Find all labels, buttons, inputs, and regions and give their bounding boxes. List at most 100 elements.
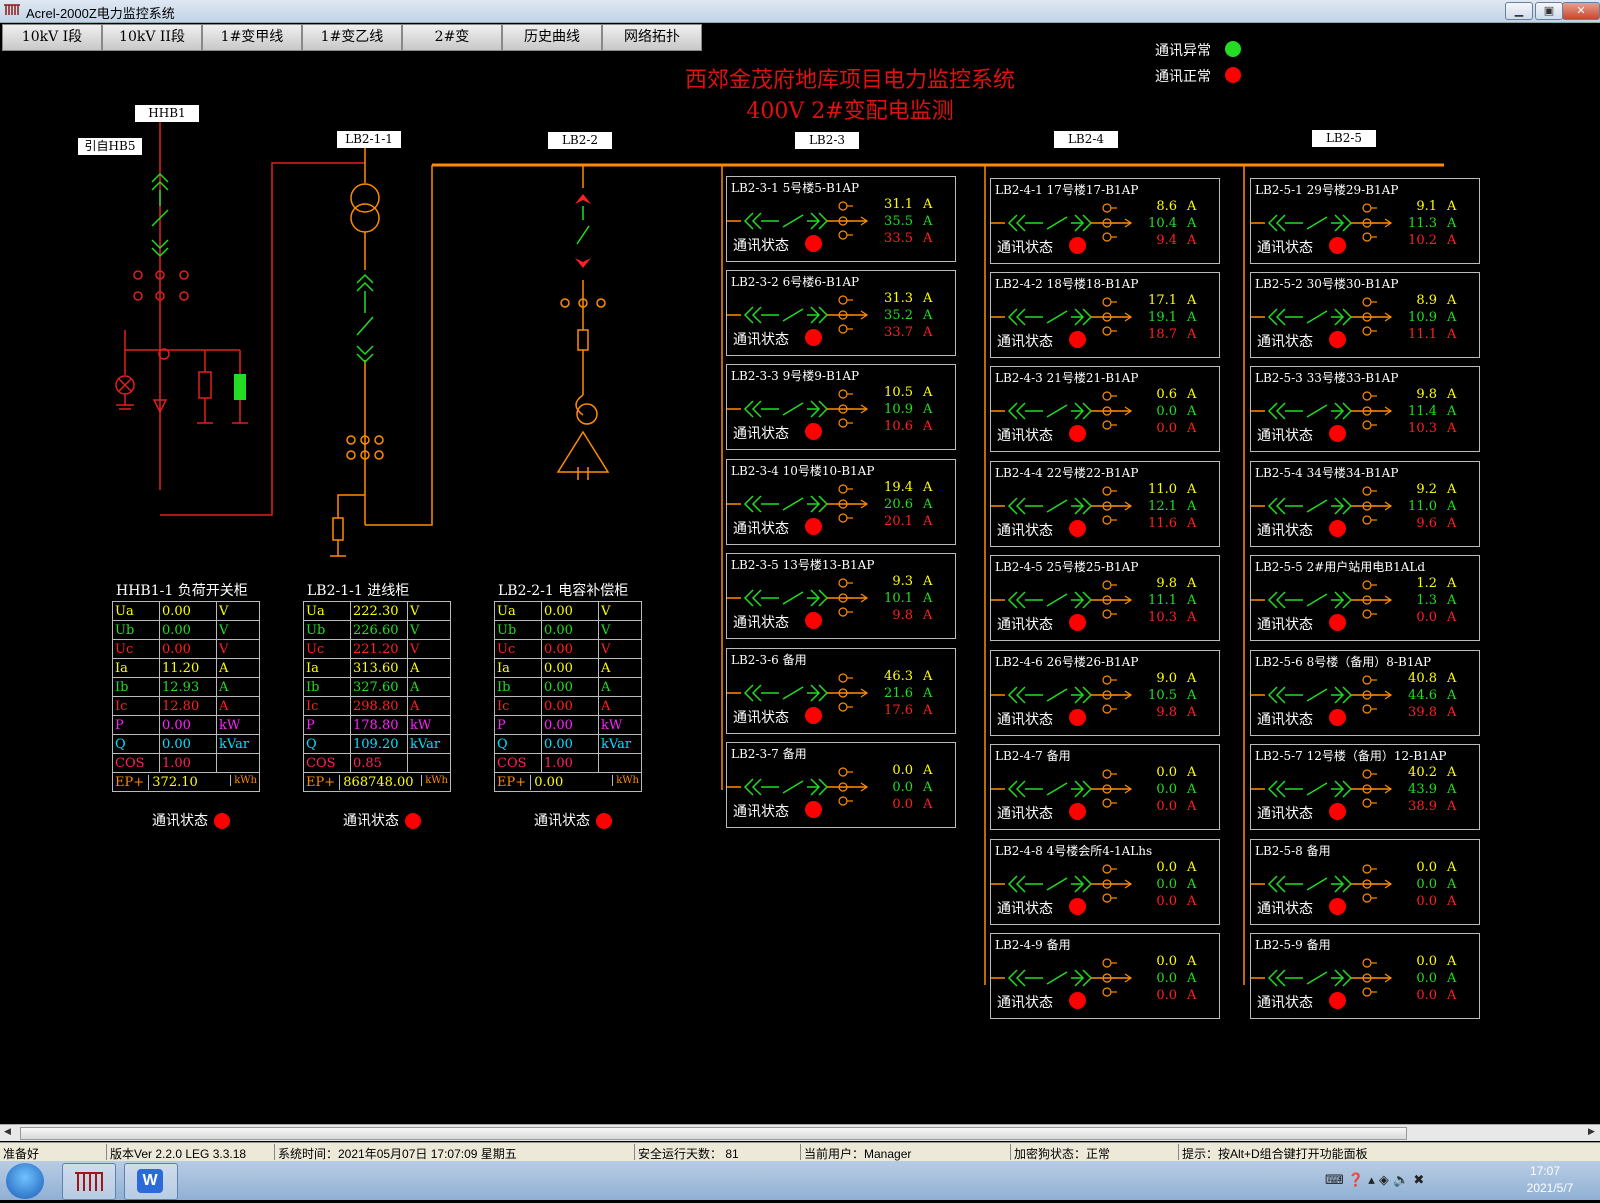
feeder-unit-c: A: [1447, 233, 1457, 248]
feeder-comm-label: 通讯状态: [997, 994, 1053, 1010]
feeder-comm-label: 通讯状态: [997, 711, 1053, 727]
feeder-unit-a: A: [1187, 199, 1197, 214]
feeder-card[interactable]: LB2-5-8 备用 0.0 A 0.0 A 0.0 A 通讯状态: [1250, 839, 1480, 925]
feeder-card[interactable]: LB2-3-7 备用 0.0 A 0.0 A 0.0 A 通讯状态: [726, 742, 956, 828]
meter-value: 0.00: [541, 734, 599, 754]
meter-unit: A: [598, 696, 642, 716]
start-button[interactable]: [6, 1163, 44, 1199]
feeder-current-c: 9.6: [1416, 516, 1437, 531]
feeder-card[interactable]: LB2-4-7 备用 0.0 A 0.0 A 0.0 A 通讯状态: [990, 744, 1220, 830]
feeder-card[interactable]: LB2-5-3 33号楼33-B1AP 9.8 A 11.4 A 10.3 A 通讯状态: [1250, 366, 1480, 452]
feeder-unit-b: A: [923, 308, 933, 323]
meter-unit: V: [216, 620, 260, 640]
status-dongle: 加密狗状态：正常: [1014, 1147, 1111, 1161]
meter-row: Ub 0.00 V: [494, 620, 642, 640]
feeder-current-a: 0.6: [1156, 387, 1177, 402]
feeder-current-c: 18.7: [1148, 327, 1177, 342]
clock-date[interactable]: 2021/5/7: [1515, 1181, 1585, 1195]
meter-row: COS 0.85: [303, 753, 451, 773]
feeder-card[interactable]: LB2-5-4 34号楼34-B1AP 9.2 A 11.0 A 9.6 A 通讯状态: [1250, 461, 1480, 547]
feeder-comm-dot: [1329, 237, 1346, 254]
feeder-unit-c: A: [1187, 233, 1197, 248]
energy-value: 868748.00: [339, 774, 425, 790]
meter-param: Ic: [112, 696, 160, 716]
feeder-name: LB2-4-9 备用: [995, 938, 1071, 952]
feeder-current-c: 9.4: [1156, 233, 1177, 248]
meter-unit: V: [598, 639, 642, 659]
meter-energy: EP+ 868748.00 kWh: [303, 772, 451, 792]
feeder-card[interactable]: LB2-4-1 17号楼17-B1AP 8.6 A 10.4 A 9.4 A 通讯状态: [990, 178, 1220, 264]
feeder-current-c: 0.0: [892, 797, 913, 812]
feeder-card[interactable]: LB2-4-4 22号楼22-B1AP 11.0 A 12.1 A 11.6 A 通讯状态: [990, 461, 1220, 547]
feeder-card[interactable]: LB2-5-6 8号楼（备用）8-B1AP 40.8 A 44.6 A 39.8 A 通讯状态: [1250, 650, 1480, 736]
meter-unit: kVar: [407, 734, 451, 754]
feeder-current-a: 8.9: [1416, 293, 1437, 308]
scroll-right-arrow[interactable]: ▶: [1588, 1127, 1598, 1139]
feeder-card[interactable]: LB2-3-2 6号楼6-B1AP 31.3 A 35.2 A 33.7 A 通讯状态: [726, 270, 956, 356]
feeder-card[interactable]: LB2-3-6 备用 46.3 A 21.6 A 17.6 A 通讯状态: [726, 648, 956, 734]
meter-row: Q 0.00 kVar: [112, 734, 260, 754]
feeder-current-a: 46.3: [884, 669, 913, 684]
feeder-card[interactable]: LB2-4-5 25号楼25-B1AP 9.8 A 11.1 A 10.3 A 通讯状态: [990, 555, 1220, 641]
taskbar-app-acrel[interactable]: [62, 1163, 116, 1200]
feeder-card[interactable]: LB2-3-3 9号楼9-B1AP 10.5 A 10.9 A 10.6 A 通讯状态: [726, 364, 956, 450]
meter-value: 1.00: [159, 753, 217, 773]
tray-icons[interactable]: ⌨ ❓ ▴ ◈ 🔈 ✖: [1325, 1173, 1424, 1188]
scrollbar-thumb[interactable]: [20, 1127, 1407, 1140]
feeder-card[interactable]: LB2-5-1 29号楼29-B1AP 9.1 A 11.3 A 10.2 A 通讯状态: [1250, 178, 1480, 264]
scroll-left-arrow[interactable]: ◀: [4, 1127, 14, 1139]
feeder-comm-label: 通讯状态: [1257, 805, 1313, 821]
hhb1-indicator: [234, 374, 246, 400]
feeder-unit-b: A: [923, 591, 933, 606]
feeder-current-b: 20.6: [884, 497, 913, 512]
feeder-card[interactable]: LB2-5-9 备用 0.0 A 0.0 A 0.0 A 通讯状态: [1250, 933, 1480, 1019]
meter-value: 226.60: [350, 620, 408, 640]
meter-value: 0.00: [159, 734, 217, 754]
taskbar-app-wps[interactable]: W: [124, 1163, 178, 1200]
feeder-comm-dot: [1329, 992, 1346, 1009]
feeder-card[interactable]: LB2-4-8 4号楼会所4-1ALhs 0.0 A 0.0 A 0.0 A 通讯状态: [990, 839, 1220, 925]
feeder-card[interactable]: LB2-4-2 18号楼18-B1AP 17.1 A 19.1 A 18.7 A 通讯状态: [990, 272, 1220, 358]
feeder-unit-a: A: [1447, 293, 1457, 308]
feeder-unit-a: A: [1447, 671, 1457, 686]
meter-value: 12.80: [159, 696, 217, 716]
feeder-card[interactable]: LB2-4-6 26号楼26-B1AP 9.0 A 10.5 A 9.8 A 通讯状态: [990, 650, 1220, 736]
meter-table: Ua 222.30 V Ub 226.60 V Uc 221.20 V Ia 313.60 A Ib 32…: [303, 601, 451, 792]
feeder-name: LB2-5-4 34号楼34-B1AP: [1255, 466, 1399, 480]
energy-unit: kWh: [230, 775, 257, 786]
horizontal-scrollbar[interactable]: ◀ ▶: [0, 1124, 1600, 1141]
meter-row: Ic 298.80 A: [303, 696, 451, 716]
comm-status-label: 通讯状态: [343, 812, 399, 828]
feeder-comm-dot: [1329, 803, 1346, 820]
feeder-unit-c: A: [1187, 610, 1197, 625]
feeder-card[interactable]: LB2-5-7 12号楼（备用）12-B1AP 40.2 A 43.9 A 38.9 A 通讯…: [1250, 744, 1480, 830]
feeder-name: LB2-5-6 8号楼（备用）8-B1AP: [1255, 655, 1432, 669]
meter-value: 11.20: [159, 658, 217, 678]
feeder-card[interactable]: LB2-4-3 21号楼21-B1AP 0.6 A 0.0 A 0.0 A 通讯状态: [990, 366, 1220, 452]
meter-param: Uc: [303, 639, 351, 659]
clock-time[interactable]: 17:07: [1515, 1164, 1575, 1178]
feeder-comm-dot: [1069, 331, 1086, 348]
meter-param: Q: [112, 734, 160, 754]
feeder-unit-c: A: [923, 797, 933, 812]
feeder-current-c: 10.2: [1408, 233, 1437, 248]
feeder-comm-label: 通讯状态: [733, 803, 789, 819]
meter-param: Uc: [494, 639, 542, 659]
feeder-card[interactable]: LB2-4-9 备用 0.0 A 0.0 A 0.0 A 通讯状态: [990, 933, 1220, 1019]
feeder-unit-c: A: [923, 703, 933, 718]
feeder-card[interactable]: LB2-5-5 2#用户站用电B1ALd 1.2 A 1.3 A 0.0 A 通讯状态: [1250, 555, 1480, 641]
meter-unit: kW: [216, 715, 260, 735]
meter-unit: A: [216, 658, 260, 678]
meter-value: 12.93: [159, 677, 217, 697]
feeder-card[interactable]: LB2-3-1 5号楼5-B1AP 31.1 A 35.5 A 33.5 A 通讯状态: [726, 176, 956, 262]
meter-unit: V: [216, 601, 260, 621]
feeder-unit-a: A: [1447, 199, 1457, 214]
feeder-current-a: 1.2: [1416, 576, 1437, 591]
meter-unit: V: [407, 620, 451, 640]
meter-value: 0.00: [541, 620, 599, 640]
meter-param: Ub: [303, 620, 351, 640]
feeder-card[interactable]: LB2-3-5 13号楼13-B1AP 9.3 A 10.1 A 9.8 A 通讯状态: [726, 553, 956, 639]
feeder-card[interactable]: LB2-5-2 30号楼30-B1AP 8.9 A 10.9 A 11.1 A 通讯状态: [1250, 272, 1480, 358]
feeder-card[interactable]: LB2-3-4 10号楼10-B1AP 19.4 A 20.6 A 20.1 A 通讯状态: [726, 459, 956, 545]
feeder-unit-c: A: [1187, 799, 1197, 814]
